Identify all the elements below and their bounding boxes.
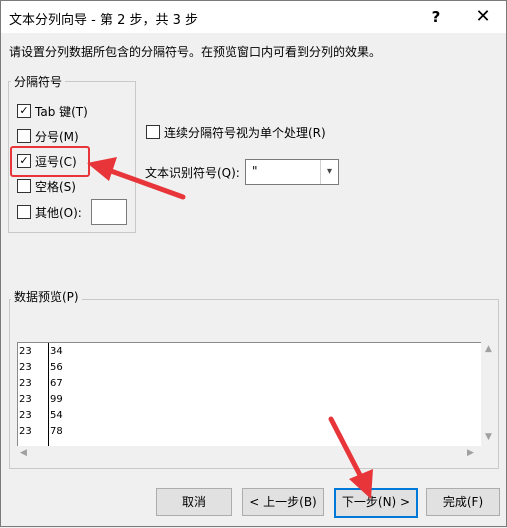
delimiters-group-label: 分隔符号 bbox=[11, 73, 66, 90]
preview-cell: 23 bbox=[19, 410, 32, 421]
checkbox-box[interactable]: ✓ bbox=[17, 104, 31, 118]
preview-cell: 23 bbox=[19, 378, 32, 389]
preview-cell: 67 bbox=[50, 378, 63, 389]
data-preview-label: 数据预览(P) bbox=[11, 288, 82, 305]
preview-cell: 23 bbox=[19, 362, 32, 373]
cancel-button[interactable]: 取消 bbox=[156, 488, 232, 516]
horizontal-scrollbar[interactable]: ◀ ▶ bbox=[17, 446, 481, 462]
finish-button[interactable]: 完成(F) bbox=[426, 488, 500, 516]
title-bar: 文本分列向导 - 第 2 步，共 3 步 ? ✕ bbox=[1, 1, 506, 33]
checkbox-other[interactable]: 其他(O): bbox=[17, 204, 87, 220]
text-qualifier-value: " bbox=[252, 164, 258, 178]
text-qualifier-label: 文本识别符号(Q): bbox=[145, 166, 240, 180]
checkbox-label: Tab 键(T) bbox=[35, 105, 88, 119]
preview-cell: 23 bbox=[19, 346, 32, 357]
checkbox-box[interactable] bbox=[146, 125, 160, 139]
other-delimiter-input[interactable] bbox=[91, 199, 127, 225]
checkbox-label: 空格(S) bbox=[35, 180, 76, 194]
preview-cell: 56 bbox=[50, 362, 63, 373]
preview-cell: 34 bbox=[50, 346, 63, 357]
next-button[interactable]: 下一步(N) > bbox=[334, 488, 418, 518]
data-preview-grid[interactable]: 23 34 23 56 23 67 23 99 23 54 23 78 bbox=[17, 342, 482, 447]
text-qualifier-select[interactable]: " ▾ bbox=[245, 159, 339, 185]
preview-cell: 54 bbox=[50, 410, 63, 421]
checkbox-space[interactable]: 空格(S) bbox=[17, 178, 127, 194]
comma-highlight-box bbox=[10, 146, 90, 177]
scroll-up-icon[interactable]: ▲ bbox=[485, 344, 492, 354]
data-preview-group: 23 34 23 56 23 67 23 99 23 54 23 78 ▲ ▼ ◀ ▶ bbox=[9, 299, 499, 469]
preview-cell: 99 bbox=[50, 394, 63, 405]
checkbox-box[interactable] bbox=[17, 129, 31, 143]
help-button[interactable]: ? bbox=[416, 3, 456, 31]
instruction-text: 请设置分列数据所包含的分隔符号。在预览窗口内可看到分列的效果。 bbox=[9, 45, 382, 59]
close-button[interactable]: ✕ bbox=[463, 3, 503, 31]
preview-cell: 23 bbox=[19, 394, 32, 405]
preview-cell: 78 bbox=[50, 426, 63, 437]
checkbox-box[interactable] bbox=[17, 179, 31, 193]
scroll-down-icon[interactable]: ▼ bbox=[485, 432, 492, 442]
checkbox-label: 连续分隔符号视为单个处理(R) bbox=[164, 126, 326, 140]
checkbox-semicolon[interactable]: 分号(M) bbox=[17, 128, 127, 144]
checkbox-box[interactable] bbox=[17, 205, 31, 219]
chevron-down-icon[interactable]: ▾ bbox=[320, 160, 338, 184]
preview-cell: 23 bbox=[19, 426, 32, 437]
scroll-left-icon[interactable]: ◀ bbox=[20, 448, 27, 458]
text-to-columns-dialog: 文本分列向导 - 第 2 步，共 3 步 ? ✕ 请设置分列数据所包含的分隔符号… bbox=[0, 0, 507, 527]
checkbox-label: 其他(O): bbox=[35, 206, 82, 220]
column-separator[interactable] bbox=[48, 343, 49, 447]
checkbox-tab[interactable]: ✓ Tab 键(T) bbox=[17, 103, 127, 119]
checkbox-label: 分号(M) bbox=[35, 130, 79, 144]
dialog-title: 文本分列向导 - 第 2 步，共 3 步 bbox=[9, 13, 199, 28]
vertical-scrollbar[interactable]: ▲ ▼ bbox=[481, 342, 497, 446]
scroll-right-icon[interactable]: ▶ bbox=[467, 448, 474, 458]
checkbox-consecutive-delimiters[interactable]: 连续分隔符号视为单个处理(R) bbox=[146, 124, 346, 140]
checkmark-icon: ✓ bbox=[19, 104, 29, 117]
back-button[interactable]: < 上一步(B) bbox=[242, 488, 324, 516]
